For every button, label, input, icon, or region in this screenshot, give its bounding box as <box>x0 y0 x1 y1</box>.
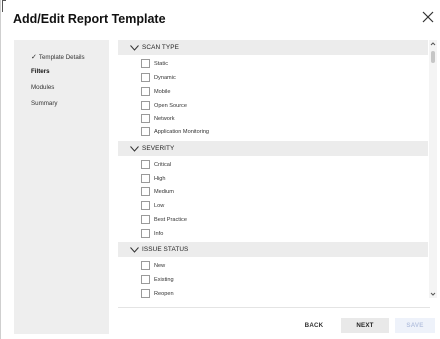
option-label: Low <box>154 202 165 209</box>
option-label: High <box>154 175 166 182</box>
section-title: ISSUE STATUS <box>142 246 189 253</box>
checkbox[interactable] <box>141 160 150 169</box>
option-label: Info <box>154 230 164 237</box>
option-label: Best Practice <box>154 216 187 223</box>
section-title: SEVERITY <box>142 145 175 152</box>
section-header-scan-type[interactable]: SCAN TYPE <box>118 40 428 55</box>
section-header-severity[interactable]: SEVERITY <box>118 141 428 156</box>
checkbox[interactable] <box>141 101 150 110</box>
chevron-down-icon <box>130 44 139 51</box>
option-new[interactable]: New <box>141 261 165 270</box>
option-application-monitoring[interactable]: Application Monitoring <box>141 127 209 136</box>
checkbox[interactable] <box>141 59 150 68</box>
section-header-issue-status[interactable]: ISSUE STATUS <box>118 242 428 257</box>
step-label: Summary <box>31 100 58 107</box>
step-label: Template Details <box>38 53 85 61</box>
close-button[interactable] <box>420 9 436 25</box>
wizard-steps-sidebar: ✓ Template Details Filters Modules Summa… <box>14 40 109 334</box>
checkmark-icon: ✓ <box>31 54 37 61</box>
option-label: Reopen <box>154 290 174 297</box>
step-modules[interactable]: Modules <box>31 84 54 91</box>
chevron-down-icon <box>130 246 139 253</box>
checkbox[interactable] <box>141 201 150 210</box>
checkbox[interactable] <box>141 187 150 196</box>
option-high[interactable]: High <box>141 174 166 183</box>
option-label: Network <box>154 115 175 122</box>
option-label: Dynamic <box>154 74 176 81</box>
checkbox[interactable] <box>141 215 150 224</box>
filters-panel[interactable]: SCAN TYPE Static Dynamic Mobile Open Sou… <box>118 40 430 298</box>
step-summary[interactable]: Summary <box>31 100 57 107</box>
checkbox[interactable] <box>141 73 150 82</box>
back-button[interactable]: BACK <box>297 318 331 333</box>
checkbox[interactable] <box>141 261 150 270</box>
step-template-details[interactable]: ✓ Template Details <box>31 53 85 62</box>
checkbox[interactable] <box>141 87 150 96</box>
footer-divider <box>118 307 430 308</box>
option-existing[interactable]: Existing <box>141 275 174 284</box>
option-static[interactable]: Static <box>141 59 168 68</box>
report-template-dialog: Add/Edit Report Template ✓ Template Deta… <box>0 0 440 339</box>
checkbox[interactable] <box>141 127 150 136</box>
checkbox[interactable] <box>141 229 150 238</box>
step-filters[interactable]: Filters <box>31 68 50 75</box>
step-label: Modules <box>31 84 55 91</box>
option-label: New <box>154 262 166 269</box>
vertical-scrollbar[interactable] <box>429 40 437 298</box>
option-medium[interactable]: Medium <box>141 187 174 196</box>
dialog-title: Add/Edit Report Template <box>13 12 166 26</box>
scroll-down-arrow-icon[interactable] <box>429 290 437 298</box>
close-icon <box>422 11 434 23</box>
save-button[interactable]: SAVE <box>395 318 435 333</box>
option-label: Application Monitoring <box>154 128 210 135</box>
section-title: SCAN TYPE <box>142 44 180 51</box>
option-label: Existing <box>154 276 174 283</box>
checkbox[interactable] <box>141 275 150 284</box>
window-corner <box>2 0 6 12</box>
option-info[interactable]: Info <box>141 229 163 238</box>
checkbox[interactable] <box>141 114 150 123</box>
scrollbar-thumb[interactable] <box>431 51 435 63</box>
next-button[interactable]: NEXT <box>341 318 389 333</box>
option-critical[interactable]: Critical <box>141 160 171 169</box>
checkbox[interactable] <box>141 174 150 183</box>
option-label: Static <box>154 60 168 67</box>
option-open-source[interactable]: Open Source <box>141 101 187 110</box>
scroll-up-arrow-icon[interactable] <box>429 40 437 48</box>
checkbox[interactable] <box>141 289 150 298</box>
option-label: Critical <box>154 161 172 168</box>
option-mobile[interactable]: Mobile <box>141 87 170 96</box>
option-dynamic[interactable]: Dynamic <box>141 73 176 82</box>
step-label: Filters <box>31 68 50 75</box>
option-label: Mobile <box>154 88 171 95</box>
chevron-down-icon <box>130 145 139 152</box>
option-low[interactable]: Low <box>141 201 164 210</box>
option-network[interactable]: Network <box>141 114 175 123</box>
option-reopen[interactable]: Reopen <box>141 289 174 298</box>
option-label: Medium <box>154 188 174 195</box>
option-label: Open Source <box>154 102 187 109</box>
option-best-practice[interactable]: Best Practice <box>141 215 187 224</box>
